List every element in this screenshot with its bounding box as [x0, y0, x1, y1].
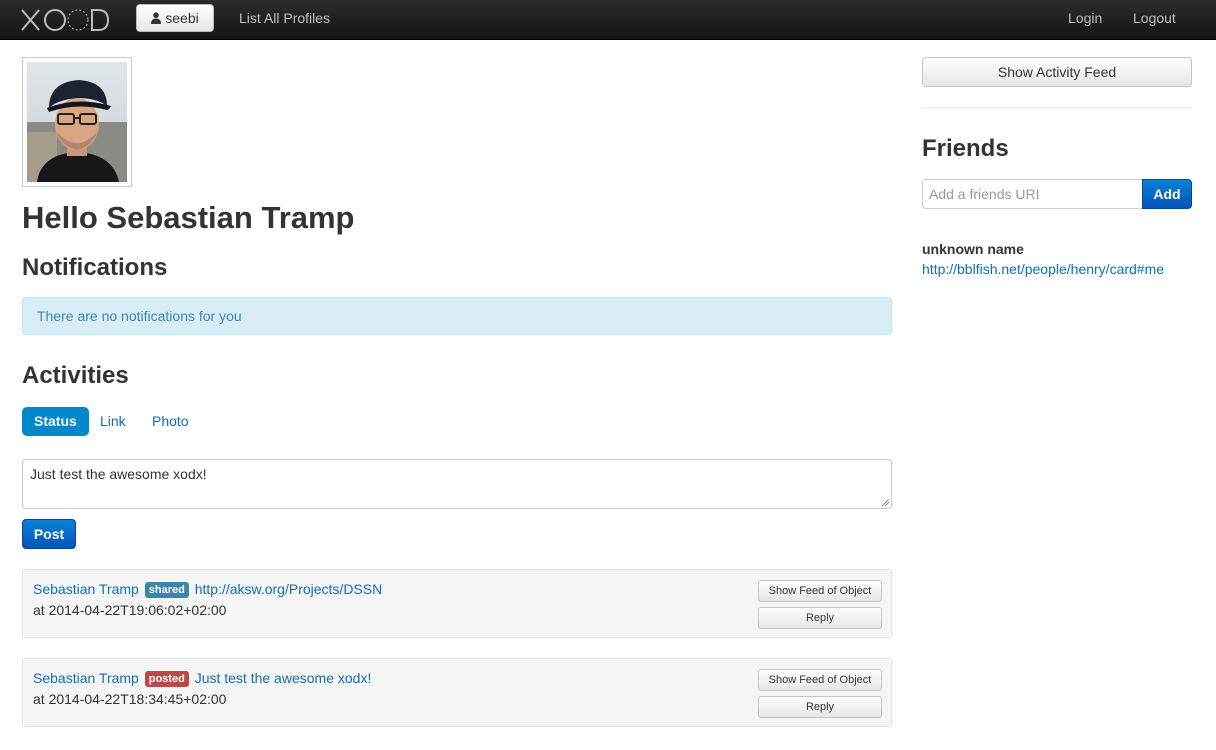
brand-logo[interactable] [20, 7, 118, 33]
reply-button[interactable]: Reply [758, 696, 882, 718]
resize-grip-icon[interactable] [881, 498, 889, 506]
activity-actor-link[interactable]: Sebastian Tramp [33, 670, 139, 686]
avatar-photo [27, 62, 127, 182]
current-user-name: seebi [165, 10, 199, 26]
logout-link[interactable]: Logout [1133, 0, 1176, 40]
activity-summary: Sebastian Tramp posted Just test the awe… [33, 669, 371, 687]
tab-status[interactable]: Status [22, 407, 89, 436]
activity-item: Sebastian Tramp posted Just test the awe… [22, 658, 892, 727]
activity-timestamp: at 2014-04-22T18:34:45+02:00 [33, 691, 227, 707]
notifications-heading: Notifications [22, 254, 168, 281]
friend-uri-input[interactable] [922, 179, 1143, 209]
activity-verb-badge: posted [144, 671, 189, 687]
add-friend-button[interactable]: Add [1142, 179, 1192, 209]
activity-object-link[interactable]: Just test the awesome xodx! [195, 670, 372, 686]
xodx-logo-icon [21, 9, 110, 31]
activity-actor-link[interactable]: Sebastian Tramp [33, 581, 139, 597]
tab-photo[interactable]: Photo [140, 407, 201, 436]
reply-button[interactable]: Reply [758, 607, 882, 629]
show-feed-of-object-button[interactable]: Show Feed of Object [758, 580, 882, 602]
activities-heading: Activities [22, 362, 129, 389]
top-navbar: seebi List All Profiles Login Logout [0, 0, 1216, 40]
activity-verb-badge: shared [144, 582, 189, 598]
status-textarea-value: Just test the awesome xodx! [30, 466, 207, 482]
list-all-profiles-link[interactable]: List All Profiles [239, 0, 330, 40]
activity-summary: Sebastian Tramp shared http://aksw.org/P… [33, 580, 382, 598]
notifications-empty-alert: There are no notifications for you [22, 297, 892, 335]
show-feed-of-object-button[interactable]: Show Feed of Object [758, 669, 882, 691]
login-link[interactable]: Login [1068, 0, 1102, 40]
activity-timestamp: at 2014-04-22T19:06:02+02:00 [33, 602, 227, 618]
profile-greeting: Hello Sebastian Tramp [22, 200, 355, 235]
post-button[interactable]: Post [22, 519, 76, 549]
activity-item: Sebastian Tramp shared http://aksw.org/P… [22, 569, 892, 638]
friend-name: unknown name [922, 241, 1024, 257]
friend-uri-link[interactable]: http://bblfish.net/people/henry/card#me [922, 260, 1164, 278]
sidebar-divider [922, 107, 1192, 108]
current-user-button[interactable]: seebi [136, 4, 214, 32]
status-textarea[interactable]: Just test the awesome xodx! [22, 459, 892, 509]
user-icon [151, 6, 162, 32]
show-activity-feed-button[interactable]: Show Activity Feed [922, 57, 1192, 87]
activity-object-link[interactable]: http://aksw.org/Projects/DSSN [195, 581, 383, 597]
profile-avatar [22, 57, 132, 187]
friends-heading: Friends [922, 135, 1009, 162]
tab-link[interactable]: Link [88, 407, 138, 436]
